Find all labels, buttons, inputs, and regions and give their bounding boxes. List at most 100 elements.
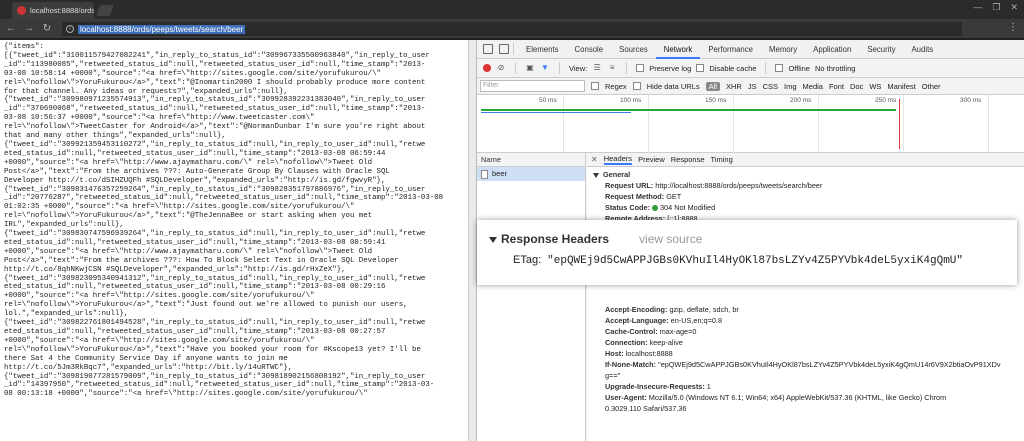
new-tab-button[interactable] [95,5,115,16]
hide-data-urls-checkbox[interactable] [632,82,641,90]
waterfall-icon[interactable]: ≡ [607,63,617,73]
general-section-header[interactable]: General [593,169,1024,180]
json-line: there Sat 4 the Community Service Day if… [4,354,288,363]
tab-preview[interactable]: Preview [638,155,665,164]
filter-media[interactable]: Media [803,82,823,91]
gridline [818,95,819,153]
browser-tab[interactable]: localhost:8888/ords/pe × [12,2,94,19]
info-icon[interactable]: i [66,25,74,33]
large-rows-icon[interactable]: ☰ [592,63,602,73]
reload-icon[interactable]: ↻ [40,22,54,36]
filter-input[interactable]: Filter [480,80,585,92]
tab-sources[interactable]: Sources [611,40,656,59]
address-bar[interactable]: i localhost:8888/ords/peeps/tweets/searc… [62,22,962,36]
filter-manifest[interactable]: Manifest [887,82,915,91]
header-value: 1 [704,382,711,391]
request-headers-list: Accept-Encoding: gzip, deflate, sdch, br… [593,304,1024,414]
tab-timing[interactable]: Timing [711,155,733,164]
json-line: rel=\"nofollow\">YoruFukurou</a>","text"… [4,78,426,87]
filter-font[interactable]: Font [829,82,844,91]
view-source-link[interactable]: view source [639,232,702,246]
etag-label: ETag: [513,254,542,266]
request-header-row: Host: localhost:8888 [593,348,1024,359]
tab-audits[interactable]: Audits [903,40,941,59]
json-line: _id":"113980085","retweeted_status_id":n… [4,60,426,69]
tab-memory[interactable]: Memory [761,40,805,59]
disable-cache-checkbox[interactable] [696,64,705,72]
back-arrow-icon[interactable]: ← [4,22,18,36]
json-line: {"tweet_id":"309830747596939264","in_rep… [4,230,426,239]
status-dot-icon [652,205,658,212]
json-line: Post</a>","text":"From the archives ???:… [4,167,390,176]
inspect-element-icon[interactable] [483,44,493,54]
minimize-button[interactable]: — [973,0,982,14]
json-line: _id":"14397950","retweeted_status_id":nu… [4,381,435,390]
close-details-icon[interactable]: ✕ [591,155,598,164]
offline-checkbox[interactable] [775,64,784,72]
gridline [733,95,734,153]
filter-js[interactable]: JS [748,82,757,91]
filter-css[interactable]: CSS [763,82,778,91]
tab-headers[interactable]: Headers [603,154,633,165]
maximize-button[interactable]: ❐ [992,0,1000,14]
disable-cache-label: Disable cache [709,63,757,73]
camera-icon[interactable]: ▣ [525,63,535,73]
tab-performance[interactable]: Performance [700,40,761,59]
preserve-log-checkbox[interactable] [636,64,645,72]
throttling-select[interactable]: No throttling [815,64,855,73]
tab-console[interactable]: Console [567,40,612,59]
json-line: {"tweet_id":"309921359453110272","in_rep… [4,140,426,149]
tab-security[interactable]: Security [859,40,903,59]
filter-other[interactable]: Other [922,82,941,91]
filter-doc[interactable]: Doc [850,82,863,91]
header-value: keep-alive [647,338,683,347]
load-event-line [899,99,900,149]
expand-triangle-icon [593,172,599,178]
page-scrollbar[interactable] [468,40,476,441]
name-column-header[interactable]: Name [477,153,585,167]
json-line: {"tweet_id":"309831476357259264","in_rep… [4,185,426,194]
json-line: http://t.co/8qhNKwjCSN #SQLDeveloper","e… [4,265,346,274]
header-value: max-age=0 [657,327,697,336]
clear-icon[interactable]: ⊘ [496,63,506,73]
header-key: User-Agent: [605,393,647,402]
etag-row: ETag: "epQWEj9d5CwAPPJGBs0KVhuIl4HyOKl87b… [513,254,963,267]
status-code-row: Status Code: 304 Not Modified [605,203,716,212]
site-favicon-icon [17,6,26,15]
tab-response[interactable]: Response [671,155,705,164]
header-key: If-None-Match: [605,360,657,369]
tab-application[interactable]: Application [805,40,859,59]
regex-checkbox[interactable] [591,82,599,90]
request-row[interactable]: beer [477,167,585,181]
timeline-tick: 150 ms [705,97,727,104]
url-text[interactable]: localhost:8888/ords/peeps/tweets/search/… [78,24,246,34]
tab-elements[interactable]: Elements [518,40,567,59]
json-line: rel=\"nofollow\">TweetCaster for Android… [4,123,426,132]
response-headers-header[interactable]: Response Headers view source [489,232,702,246]
filter-all[interactable]: All [705,81,720,91]
network-timeline[interactable]: 50 ms 100 ms 150 ms 200 ms 250 ms 300 ms [477,95,1024,153]
forward-arrow-icon[interactable]: → [22,22,36,36]
json-line: IRL","expanded_urls":null}, [4,221,124,230]
hide-data-urls-label: Hide data URLs [646,81,700,91]
json-line: _id":"20776287","retweeted_status_id":nu… [4,194,444,203]
close-window-button[interactable]: ✕ [1010,0,1018,14]
json-line: {"tweet_id":"309822761801494528","in_rep… [4,319,426,328]
json-line: eted_status_id":null,"retweeted_status_u… [4,328,386,336]
header-value: Mozilla/5.0 (Windows NT 6.1; Win64; x64)… [646,393,947,402]
browser-menu-icon[interactable]: ⋮ [1008,22,1018,33]
json-line: 01:02:35 +0000","source":"<a href=\"http… [4,203,355,212]
tab-network[interactable]: Network [655,40,701,59]
filter-row: Filter Regex Hide data URLs All XHR JS C… [477,78,1024,95]
device-toolbar-icon[interactable] [499,44,509,54]
filter-img[interactable]: Img [784,82,797,91]
response-headers-callout: Response Headers view source ETag: "epQWEj… [477,220,1017,285]
record-icon[interactable] [483,64,491,72]
json-line: {"tweet_id":"309823095340941312","in_rep… [4,274,426,283]
request-header-row: Accept-Encoding: gzip, deflate, sdch, br [593,304,1024,315]
request-header-row: Cache-Control: max-age=0 [593,326,1024,337]
request-header-row: Accept-Language: en-US,en;q=0.8 [593,315,1024,326]
filter-ws[interactable]: WS [869,82,881,91]
filter-icon[interactable]: ▼ [540,63,550,73]
filter-xhr[interactable]: XHR [726,82,742,91]
